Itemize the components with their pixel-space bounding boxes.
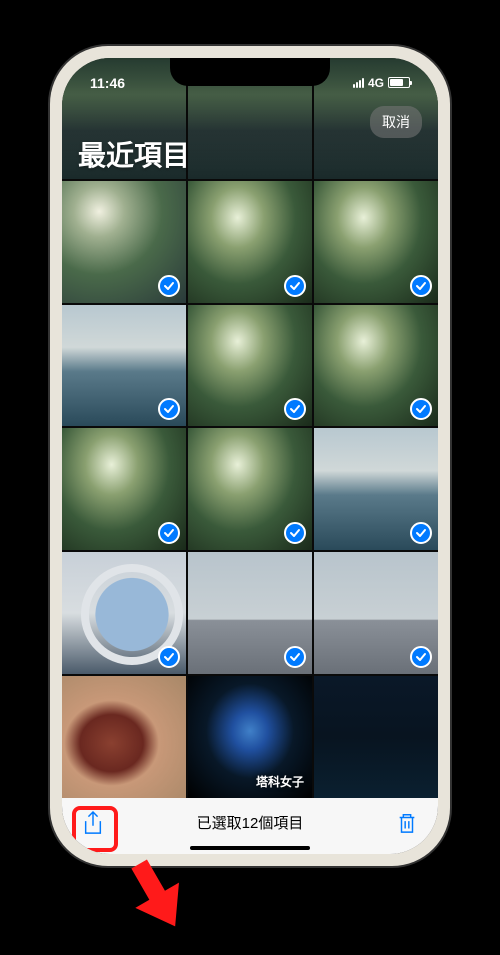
selected-check-icon <box>158 646 180 668</box>
signal-icon <box>353 78 364 88</box>
cancel-button[interactable]: 取消 <box>370 106 422 138</box>
selected-check-icon <box>284 275 306 297</box>
photo-thumbnail[interactable]: 塔科女子 <box>188 676 312 798</box>
photo-thumbnail[interactable] <box>62 305 186 427</box>
selection-count: 已選取12個項目 <box>197 812 304 833</box>
photo-thumbnail[interactable] <box>188 305 312 427</box>
trash-icon <box>396 811 418 835</box>
photo-thumbnail[interactable] <box>314 305 438 427</box>
selected-check-icon <box>158 522 180 544</box>
phone-frame: 11:46 4G 取消 最近項目 塔科女子 已選取12個項目 <box>50 46 450 866</box>
album-title: 最近項目 <box>78 134 190 174</box>
share-icon <box>82 811 104 835</box>
network-label: 4G <box>368 76 384 90</box>
photo-thumbnail[interactable] <box>62 428 186 550</box>
phone-screen: 11:46 4G 取消 最近項目 塔科女子 已選取12個項目 <box>62 58 438 854</box>
photo-thumbnail[interactable] <box>314 428 438 550</box>
home-indicator[interactable] <box>190 846 310 850</box>
battery-icon <box>388 77 410 88</box>
selected-check-icon <box>410 275 432 297</box>
photo-thumbnail[interactable] <box>62 181 186 303</box>
photo-thumbnail[interactable] <box>188 428 312 550</box>
selected-check-icon <box>158 398 180 420</box>
photo-thumbnail[interactable] <box>62 552 186 674</box>
selected-check-icon <box>410 398 432 420</box>
photo-thumbnail[interactable] <box>62 676 186 798</box>
delete-button[interactable] <box>394 810 420 836</box>
photo-thumbnail[interactable] <box>314 676 438 798</box>
notch <box>170 58 330 86</box>
selected-check-icon <box>158 275 180 297</box>
photo-thumbnail[interactable] <box>188 181 312 303</box>
selected-check-icon <box>410 522 432 544</box>
selected-check-icon <box>284 646 306 668</box>
selected-check-icon <box>410 646 432 668</box>
photo-thumbnail[interactable] <box>314 552 438 674</box>
selected-check-icon <box>284 522 306 544</box>
status-time: 11:46 <box>90 75 125 91</box>
share-button[interactable] <box>80 810 106 836</box>
status-right: 4G <box>353 76 410 90</box>
photo-thumbnail[interactable] <box>314 181 438 303</box>
selected-check-icon <box>284 398 306 420</box>
watermark-text: 塔科女子 <box>256 773 304 790</box>
photo-thumbnail[interactable] <box>188 552 312 674</box>
